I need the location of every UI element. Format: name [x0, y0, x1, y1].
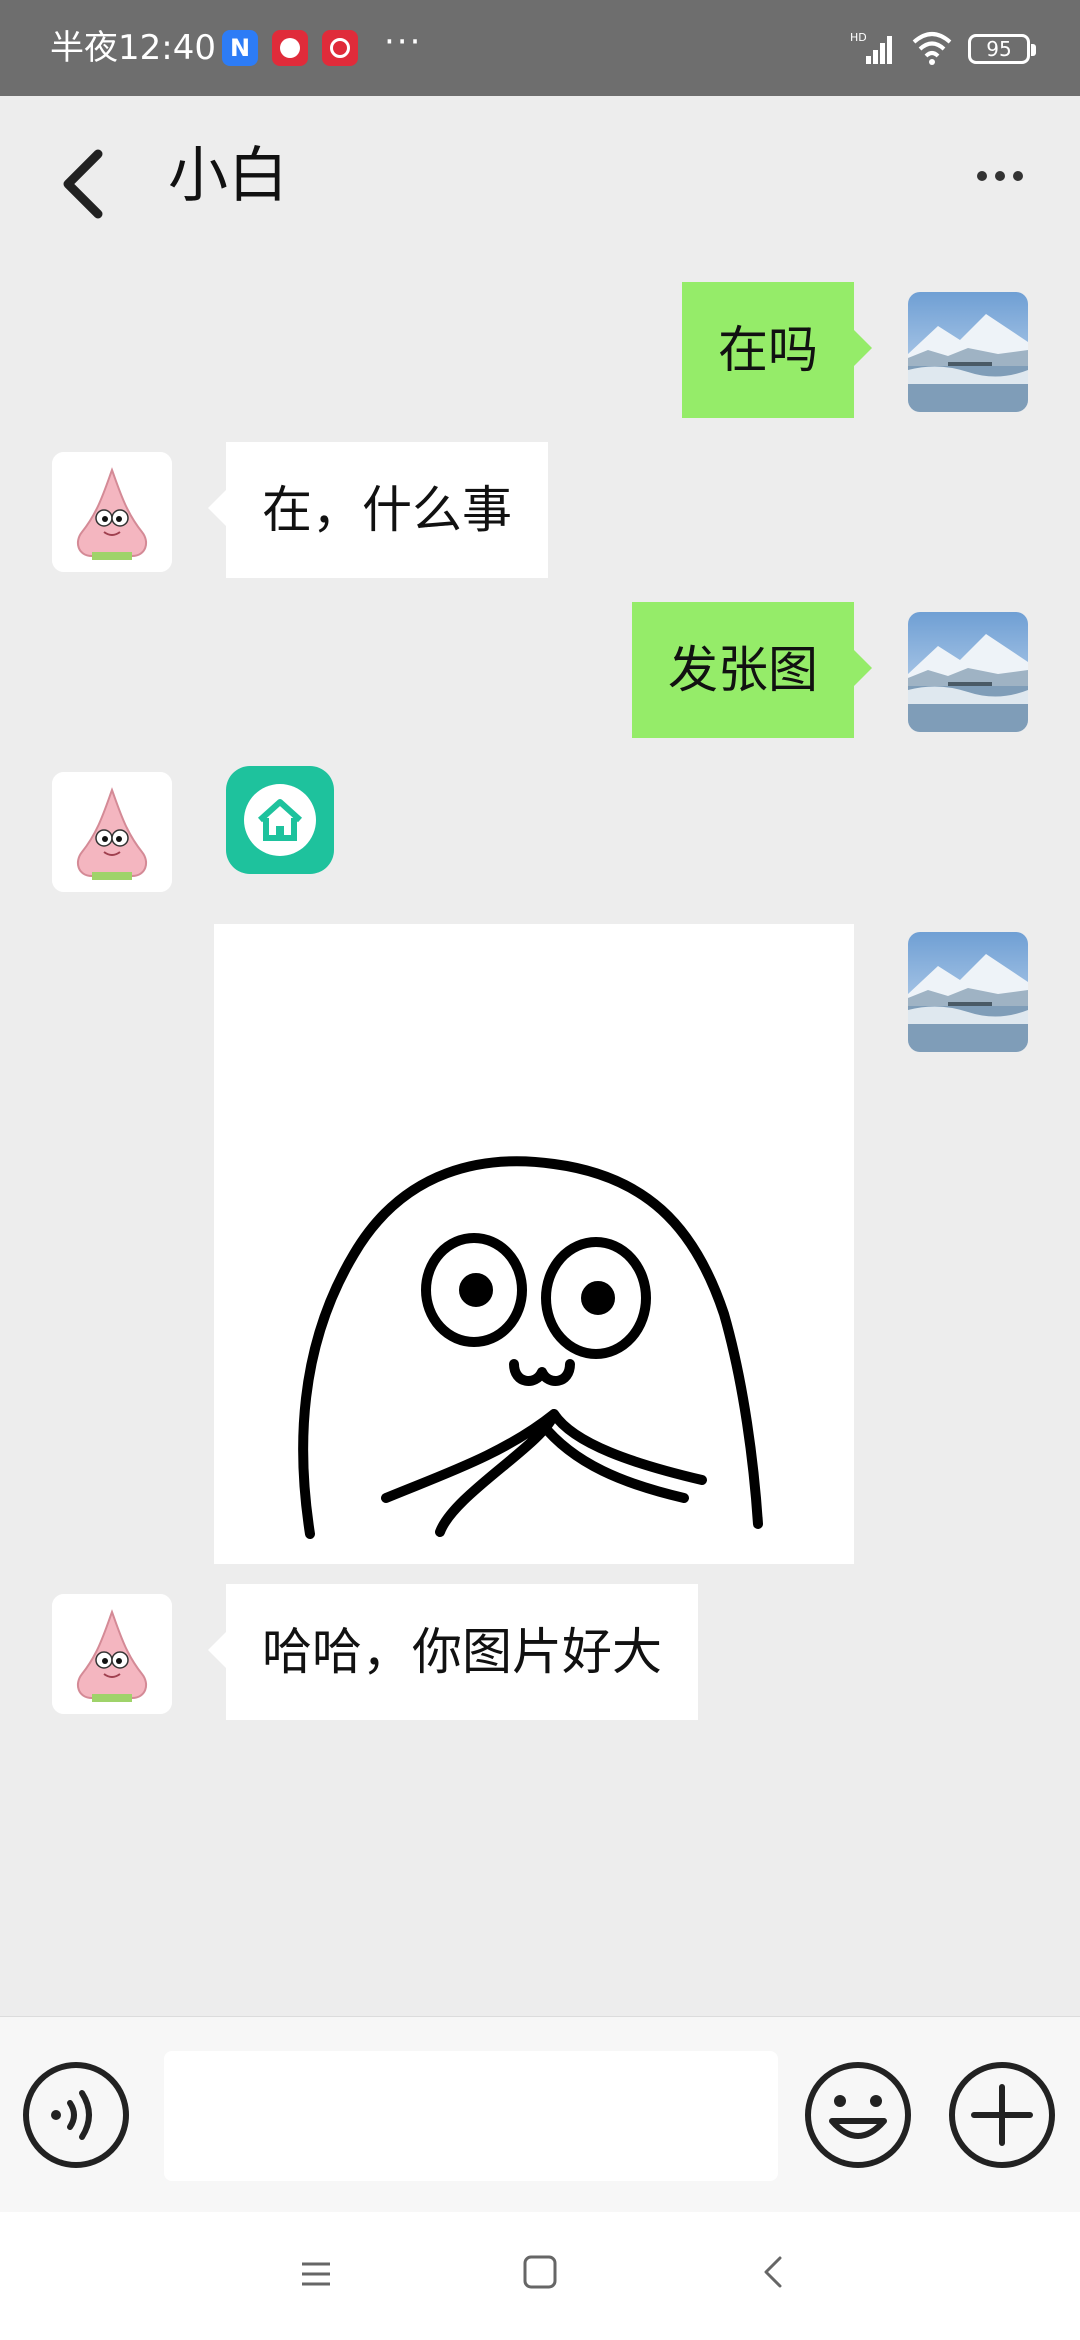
message-input[interactable] — [164, 2051, 778, 2181]
netease-music-icon — [322, 30, 358, 66]
home-icon-background — [244, 784, 316, 856]
self-avatar[interactable] — [908, 932, 1028, 1052]
plus-icon[interactable] — [946, 2059, 1058, 2171]
weibo-icon — [272, 30, 308, 66]
status-bar: 半夜12:40 ··· HD 95 — [0, 0, 1080, 96]
wifi-icon — [912, 32, 952, 65]
image-message[interactable] — [214, 924, 854, 1564]
n-app-icon — [222, 30, 258, 66]
chevron-left-icon[interactable] — [50, 144, 120, 224]
chat-title: 小白 — [168, 141, 288, 211]
network-label: HD — [850, 31, 867, 44]
menu-icon[interactable] — [296, 2254, 336, 2294]
more-dots-icon[interactable] — [970, 146, 1030, 206]
status-time: 半夜12:40 — [50, 28, 216, 68]
input-bar — [0, 2016, 1080, 2212]
back-icon[interactable] — [754, 2252, 794, 2292]
home-square-icon[interactable] — [520, 2252, 560, 2292]
message-bubble-self[interactable]: 在吗 — [682, 282, 872, 418]
system-navigation-bar — [0, 2212, 1080, 2340]
doodle-praying-sticker — [298, 1156, 763, 1539]
home-icon — [257, 799, 303, 841]
battery-level: 95 — [986, 37, 1012, 61]
chat-header: 小白 — [0, 96, 1080, 266]
friend-avatar[interactable] — [52, 452, 172, 572]
signal-icon: HD — [850, 31, 892, 64]
message-bubble-self[interactable]: 发张图 — [632, 602, 872, 738]
self-avatar[interactable] — [908, 292, 1028, 412]
status-more-icon: ··· — [384, 22, 423, 62]
voice-icon[interactable] — [20, 2059, 132, 2171]
home-sticker[interactable] — [226, 766, 334, 874]
message-bubble-friend[interactable]: 在，什么事 — [208, 442, 548, 578]
friend-avatar[interactable] — [52, 772, 172, 892]
friend-avatar[interactable] — [52, 1594, 172, 1714]
message-bubble-friend[interactable]: 哈哈，你图片好大 — [208, 1584, 698, 1720]
battery-icon: 95 — [968, 34, 1036, 64]
self-avatar[interactable] — [908, 612, 1028, 732]
emoji-icon[interactable] — [802, 2059, 914, 2171]
